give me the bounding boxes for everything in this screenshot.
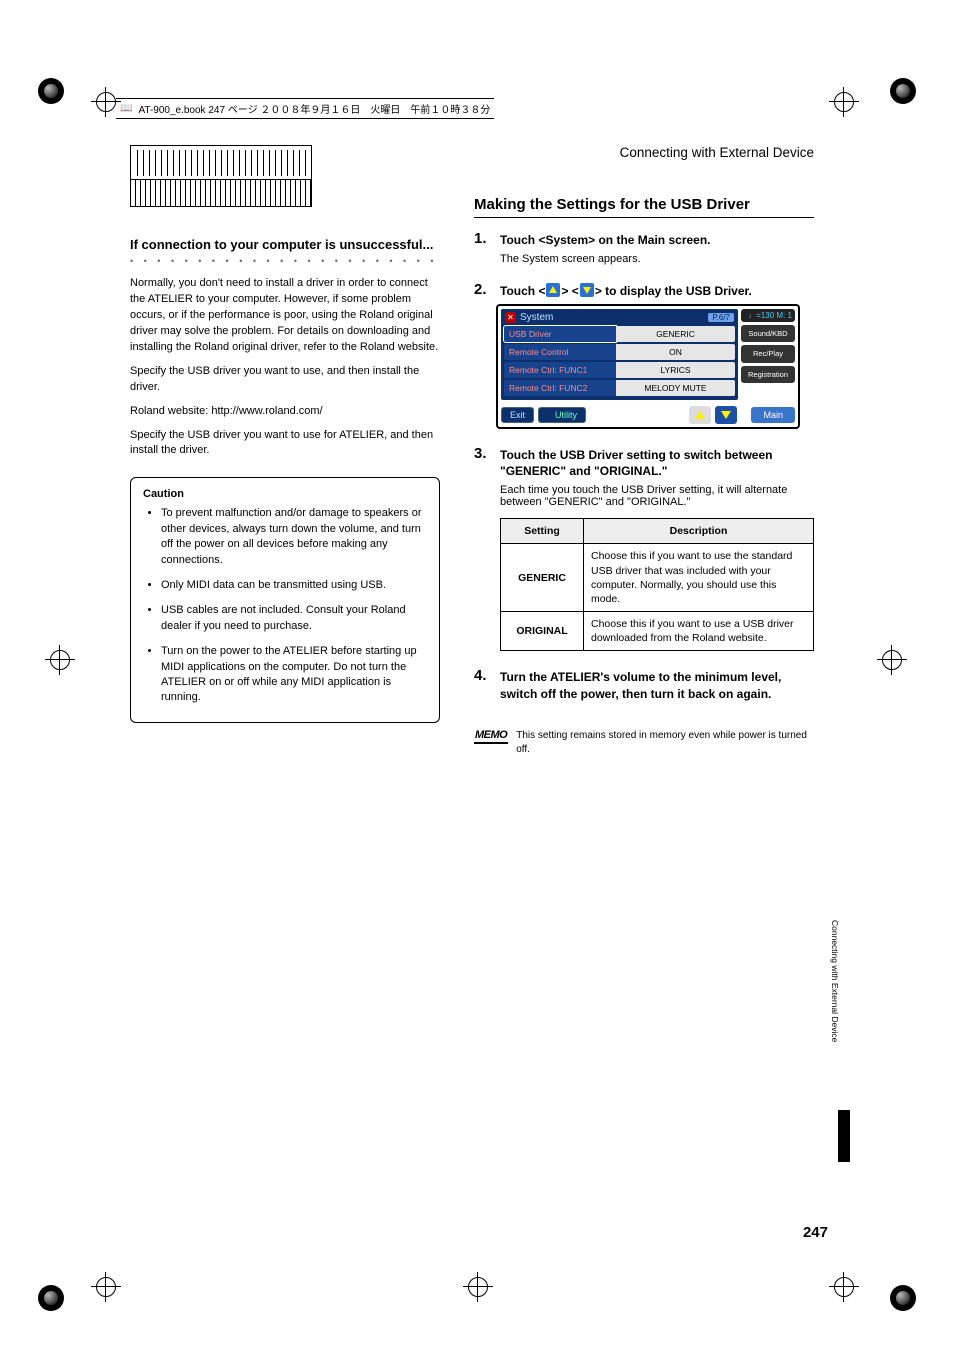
utility-button: Utility (538, 407, 586, 423)
side-tab: Sound/KBD (741, 325, 795, 343)
book-icon: 📖 (120, 103, 132, 114)
registration-mark-icon (468, 1277, 488, 1297)
row-label: Remote Ctrl: FUNC1 (504, 362, 616, 378)
setting-row: Remote Ctrl: FUNC2MELODY MUTE (504, 380, 735, 396)
step-body: Each time you touch the USB Driver setti… (500, 484, 814, 508)
step-number: 1 (474, 230, 487, 247)
content-area: If connection to your computer is unsucc… (130, 145, 824, 1231)
left-column: If connection to your computer is unsucc… (130, 145, 440, 1231)
header-text: AT-900_e.book 247 ページ ２００８年９月１６日 火曜日 午前１… (138, 101, 490, 116)
step-3: 3 Touch the USB Driver setting to switch… (474, 447, 814, 652)
setting-row: Remote ControlON (504, 344, 735, 360)
page-indicator: P.6/7 (708, 313, 734, 322)
row-label: Remote Control (504, 344, 616, 360)
tempo-display: ♩=130 M: 1 (741, 309, 795, 322)
row-value: GENERIC (616, 326, 735, 342)
table-cell: GENERIC (501, 544, 584, 612)
registration-mark-icon (96, 1277, 116, 1297)
table-cell: ORIGINAL (501, 612, 584, 651)
text: > to display the USB Driver. (595, 284, 752, 298)
setting-row: USB DriverGENERIC (504, 326, 735, 342)
step-number: 3 (474, 445, 487, 462)
up-arrow-icon (689, 406, 711, 424)
step-1: 1 Touch <System> on the Main screen. The… (474, 232, 814, 265)
step-title: Touch <System> on the Main screen. (500, 232, 814, 249)
step-body: The System screen appears. (500, 253, 814, 265)
close-icon: ✕ (505, 312, 516, 323)
table-cell: Choose this if you want to use a USB dri… (584, 612, 814, 651)
caution-item: USB cables are not included. Consult you… (161, 603, 427, 634)
caution-box: Caution To prevent malfunction and/or da… (130, 477, 440, 722)
row-label: USB Driver (504, 326, 616, 342)
text: > < (561, 284, 578, 298)
down-arrow-icon (580, 283, 594, 297)
step-title: Turn the ATELIER's volume to the minimum… (500, 669, 814, 703)
row-value: MELODY MUTE (616, 380, 735, 396)
step-title: Touch < > < > to display the USB Driver. (500, 283, 814, 300)
memo-note: MEMO This setting remains stored in memo… (474, 729, 814, 757)
caution-item: Turn on the power to the ATELIER before … (161, 644, 427, 706)
main-button: Main (751, 407, 795, 423)
exit-button: Exit (501, 407, 534, 423)
memo-icon: MEMO (474, 729, 508, 744)
row-label: Remote Ctrl: FUNC2 (504, 380, 616, 396)
section-title: Making the Settings for the USB Driver (474, 196, 814, 218)
table-header: Description (584, 519, 814, 544)
crop-mark-icon (890, 1285, 916, 1311)
side-tab: Rec/Play (741, 345, 795, 363)
side-tab: Registration (741, 366, 795, 384)
page-number: 247 (803, 1224, 828, 1241)
registration-mark-icon (96, 92, 116, 112)
registration-mark-icon (882, 650, 902, 670)
settings-table: SettingDescription GENERICChoose this if… (500, 518, 814, 651)
caution-title: Caution (143, 488, 427, 500)
paragraph: Normally, you don't need to install a dr… (130, 276, 440, 356)
step-number: 2 (474, 281, 487, 298)
crop-mark-icon (890, 78, 916, 104)
setting-row: Remote Ctrl: FUNC1LYRICS (504, 362, 735, 378)
table-header: Setting (501, 519, 584, 544)
right-column: Connecting with External Device Making t… (474, 145, 814, 1231)
registration-mark-icon (50, 650, 70, 670)
registration-mark-icon (834, 1277, 854, 1297)
step-2: 2 Touch < > < > to display the USB Driver.… (474, 283, 814, 429)
table-cell: Choose this if you want to use the stand… (584, 544, 814, 612)
print-header: 📖 AT-900_e.book 247 ページ ２００８年９月１６日 火曜日 午… (116, 98, 494, 119)
down-arrow-icon (715, 406, 737, 424)
step-title: Touch the USB Driver setting to switch b… (500, 447, 814, 481)
divider-dots: • • • • • • • • • • • • • • • • • • • • … (130, 256, 440, 266)
step-number: 4 (474, 667, 487, 684)
left-heading: If connection to your computer is unsucc… (130, 237, 440, 252)
thumb-tab (838, 1110, 850, 1162)
screen-title: System (520, 312, 704, 323)
paragraph: Roland website: http://www.roland.com/ (130, 404, 440, 420)
row-value: ON (616, 344, 735, 360)
chapter-title: Connecting with External Device (474, 145, 814, 160)
memo-text: This setting remains stored in memory ev… (516, 729, 814, 757)
keyboard-illustration (130, 145, 312, 207)
row-value: LYRICS (616, 362, 735, 378)
side-chapter-label: Connecting with External Device (830, 920, 840, 1042)
step-4: 4 Turn the ATELIER's volume to the minim… (474, 669, 814, 703)
crop-mark-icon (38, 78, 64, 104)
paragraph: Specify the USB driver you want to use f… (130, 428, 440, 460)
text: Touch < (500, 284, 545, 298)
paragraph: Specify the USB driver you want to use, … (130, 364, 440, 396)
manual-page: 📖 AT-900_e.book 247 ページ ２００８年９月１６日 火曜日 午… (0, 0, 954, 1351)
crop-mark-icon (38, 1285, 64, 1311)
registration-mark-icon (834, 92, 854, 112)
up-arrow-icon (546, 283, 560, 297)
system-screenshot: ✕ System P.6/7 USB DriverGENERIC Remote … (496, 304, 800, 429)
caution-item: To prevent malfunction and/or damage to … (161, 506, 427, 568)
caution-item: Only MIDI data can be transmitted using … (161, 578, 427, 593)
